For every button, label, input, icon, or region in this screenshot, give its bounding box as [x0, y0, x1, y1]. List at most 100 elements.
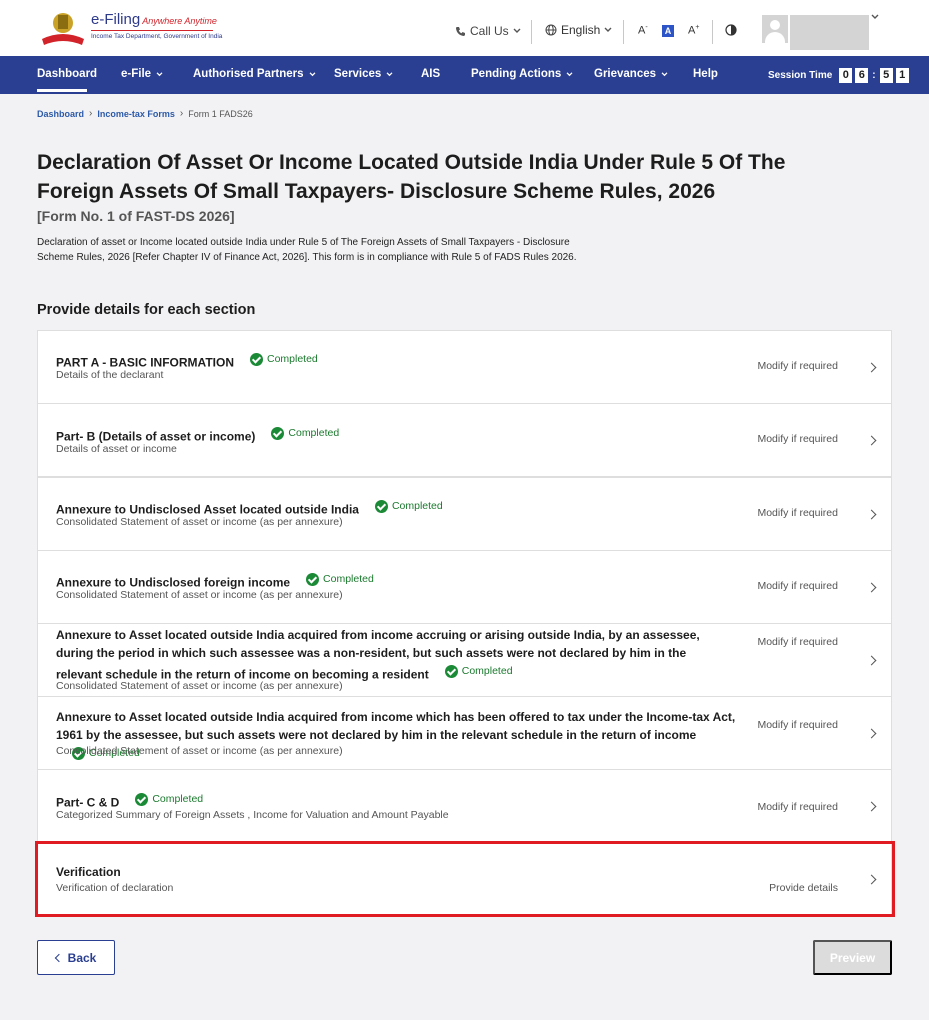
check-circle-icon: [271, 426, 285, 440]
chevron-right-icon[interactable]: [866, 435, 877, 446]
nav-dashboard[interactable]: Dashboard: [37, 68, 97, 80]
check-circle-icon: [306, 572, 320, 586]
breadcrumb-separator: ›: [89, 108, 93, 119]
chevron-down-icon[interactable]: [871, 14, 879, 20]
section-card-undisclosed-income[interactable]: Annexure to Undisclosed foreign income Co…: [37, 550, 892, 624]
chevron-down-icon: [604, 27, 612, 32]
breadcrumb-income-tax-forms[interactable]: Income-tax Forms: [97, 109, 175, 119]
nav-ais[interactable]: AIS: [421, 68, 440, 80]
back-button[interactable]: Back: [37, 940, 115, 975]
breadcrumb-current: Form 1 FADS26: [188, 108, 253, 119]
font-decrease-button[interactable]: A-: [638, 24, 648, 37]
status-badge: Completed: [374, 497, 443, 515]
form-number: [Form No. 1 of FAST-DS 2026]: [37, 208, 235, 224]
divider: [712, 20, 713, 44]
chevron-down-icon: [156, 71, 163, 76]
font-increase-button[interactable]: A+: [688, 24, 699, 37]
status-badge: Completed: [271, 424, 339, 442]
section-card-part-cd[interactable]: Part- C & D Completed Categorized Summary…: [37, 769, 892, 843]
main-nav: Dashboard e-File Authorised Partners Ser…: [0, 56, 929, 94]
check-circle-icon: [444, 664, 458, 678]
section-subtitle: Categorized Summary of Foreign Assets , …: [56, 809, 449, 821]
globe-icon: [545, 24, 557, 36]
chevron-right-icon[interactable]: [866, 509, 877, 520]
chevron-right-icon[interactable]: [866, 728, 877, 739]
status-badge: Completed: [135, 790, 203, 808]
status-badge: Completed: [306, 570, 374, 588]
chevron-down-icon: [309, 71, 316, 76]
efiling-logo[interactable]: e-Filing Anywhere Anytime Income Tax Depa…: [38, 9, 222, 47]
chevron-down-icon: [386, 71, 393, 76]
session-colon: :: [872, 70, 876, 81]
logo-tagline: Anywhere Anytime: [142, 16, 217, 26]
section-card-taxed-income-asset[interactable]: Annexure to Asset located outside India …: [37, 696, 892, 770]
chevron-right-icon[interactable]: [866, 362, 877, 373]
nav-authorised-partners[interactable]: Authorised Partners: [193, 68, 316, 80]
section-subtitle: Consolidated Statement of asset or incom…: [56, 516, 343, 528]
section-title: Annexure to Asset located outside India …: [56, 628, 700, 682]
font-normal-button[interactable]: A: [662, 25, 674, 37]
breadcrumb-separator: ›: [179, 108, 184, 119]
chevron-right-icon[interactable]: [866, 582, 877, 593]
divider: [623, 20, 624, 44]
logo-subtitle: Income Tax Department, Government of Ind…: [91, 33, 223, 40]
phone-icon: [456, 26, 465, 36]
section-subtitle: Consolidated Statement of asset or incom…: [56, 745, 343, 757]
divider: [531, 20, 532, 44]
verification-highlight: [35, 841, 895, 917]
nav-active-indicator: [37, 89, 87, 92]
section-subtitle: Consolidated Statement of asset or incom…: [56, 589, 343, 601]
section-card-undisclosed-asset[interactable]: Annexure to Undisclosed Asset located ou…: [37, 477, 892, 551]
nav-grievances[interactable]: Grievances: [594, 68, 668, 80]
session-label: Session Time: [768, 70, 833, 81]
session-digit: 1: [895, 68, 909, 83]
section-subtitle: Details of asset or income: [56, 443, 177, 455]
username-redacted[interactable]: [790, 15, 869, 50]
check-circle-icon: [374, 499, 388, 513]
avatar[interactable]: [762, 15, 788, 43]
section-action[interactable]: Modify if required: [757, 580, 838, 592]
check-circle-icon: [249, 352, 263, 366]
call-us-label: Call Us: [470, 24, 509, 38]
chevron-down-icon: [661, 71, 668, 76]
call-us-menu[interactable]: Call Us: [455, 24, 521, 38]
chevron-down-icon: [513, 28, 521, 33]
nav-pending-actions[interactable]: Pending Actions: [471, 68, 573, 80]
chevron-left-icon: [54, 953, 63, 962]
section-card-nonresident-asset[interactable]: Annexure to Asset located outside India …: [37, 623, 892, 697]
chevron-right-icon[interactable]: [866, 655, 877, 666]
nav-efile[interactable]: e-File: [121, 68, 163, 80]
breadcrumb-dashboard[interactable]: Dashboard: [37, 109, 84, 119]
section-action[interactable]: Modify if required: [757, 507, 838, 519]
chevron-down-icon: [566, 71, 573, 76]
logo-title: e-Filing Anywhere Anytime: [91, 11, 217, 28]
status-badge: Completed: [444, 662, 513, 680]
section-card-part-a[interactable]: PART A - BASIC INFORMATION Completed Deta…: [37, 330, 892, 404]
nav-services[interactable]: Services: [334, 68, 393, 80]
section-card-part-b[interactable]: Part- B (Details of asset or income) Comp…: [37, 403, 892, 477]
section-heading: Provide details for each section: [37, 302, 256, 318]
session-digit: 0: [839, 68, 853, 83]
section-subtitle: Details of the declarant: [56, 369, 164, 381]
section-action[interactable]: Modify if required: [757, 433, 838, 445]
language-label: English: [561, 23, 601, 37]
nav-help[interactable]: Help: [693, 68, 718, 80]
chevron-right-icon[interactable]: [866, 801, 877, 812]
status-badge: Completed: [249, 350, 318, 368]
section-action[interactable]: Modify if required: [757, 719, 838, 731]
page-description: Declaration of asset or Income located o…: [37, 237, 577, 263]
section-subtitle: Consolidated Statement of asset or incom…: [56, 680, 343, 692]
preview-button[interactable]: Preview: [813, 940, 892, 975]
section-action[interactable]: Modify if required: [757, 360, 838, 372]
logo-divider: [91, 30, 213, 31]
page-title: Declaration Of Asset Or Income Located O…: [37, 151, 786, 203]
emblem-icon: [42, 13, 84, 45]
session-digit: 6: [855, 68, 869, 83]
language-selector[interactable]: English: [545, 23, 612, 37]
check-circle-icon: [135, 792, 149, 806]
section-action[interactable]: Modify if required: [757, 801, 838, 813]
section-action[interactable]: Modify if required: [757, 636, 838, 648]
contrast-icon[interactable]: [725, 24, 737, 36]
session-timer: Session Time 0 6 : 5 1: [768, 68, 909, 83]
top-header: e-Filing Anywhere Anytime Income Tax Depa…: [0, 0, 929, 56]
